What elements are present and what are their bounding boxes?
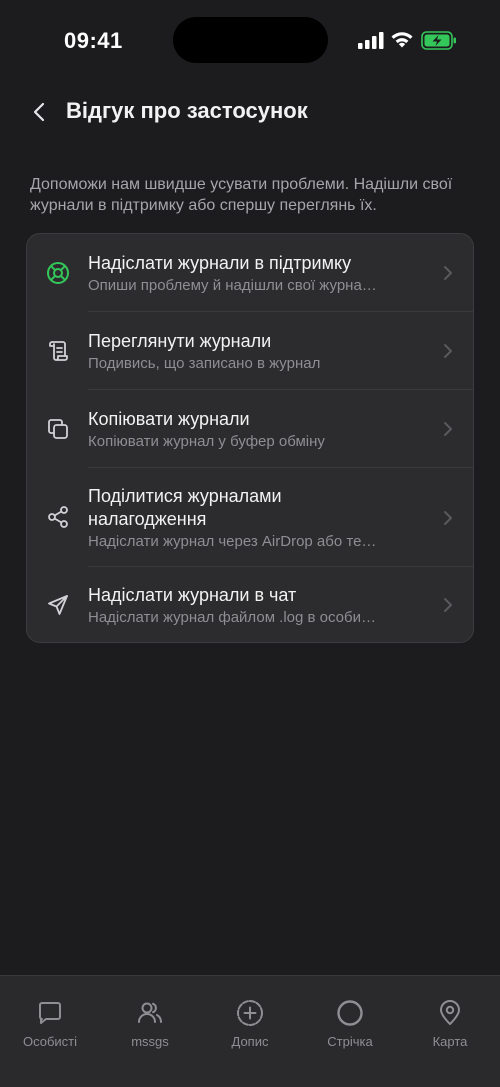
back-button[interactable]	[28, 99, 50, 125]
wifi-icon	[391, 32, 413, 48]
tab-bar: Особисті mssgs Допис Стрічка Карта	[0, 975, 500, 1087]
page-title: Відгук про застосунок	[66, 98, 308, 123]
status-time: 09:41	[64, 28, 123, 53]
row-title-line2: налагодження	[88, 509, 207, 529]
chevron-right-icon	[444, 422, 452, 436]
tab-mssgs[interactable]: mssgs	[100, 998, 200, 1049]
battery-charging-icon	[421, 31, 456, 50]
row-title: Надіслати журнали в чат	[88, 585, 297, 605]
copy-logs-row[interactable]: Копіювати журнали Копіювати журнал у буф…	[27, 390, 473, 467]
row-title: Переглянути журнали	[88, 331, 272, 351]
tab-post[interactable]: Допис	[200, 998, 300, 1049]
tab-personal[interactable]: Особисті	[0, 998, 100, 1049]
people-icon	[135, 998, 165, 1028]
chevron-left-icon	[33, 102, 45, 122]
tab-feed[interactable]: Стрічка	[300, 998, 400, 1049]
chevron-right-icon	[444, 344, 452, 358]
send-logs-support-row[interactable]: Надіслати журнали в підтримку Опиши проб…	[27, 234, 473, 311]
tab-label: Особисті	[22, 1034, 78, 1049]
tab-map[interactable]: Карта	[400, 998, 500, 1049]
row-title: Копіювати журнали	[88, 409, 250, 429]
circle-feed-icon	[335, 998, 365, 1028]
share-icon	[45, 504, 71, 530]
lifebuoy-icon	[45, 260, 71, 286]
chevron-right-icon	[444, 511, 452, 525]
tab-label: Карта	[432, 1034, 468, 1049]
cellular-signal-icon	[358, 32, 384, 49]
plus-circle-icon	[235, 998, 265, 1028]
chevron-right-icon	[444, 266, 452, 280]
row-title-line1: Поділитися журналами	[88, 486, 282, 506]
row-subtitle: Подивись, що записано в журнал	[88, 355, 321, 372]
tab-label: mssgs	[131, 1034, 169, 1049]
tab-label: Стрічка	[327, 1034, 373, 1049]
send-logs-chat-row[interactable]: Надіслати журнали в чат Надіслати журнал…	[27, 567, 473, 642]
share-debug-logs-row[interactable]: Поділитися журналами налагодження Надісл…	[27, 468, 473, 566]
send-icon	[45, 592, 71, 618]
row-subtitle: Надіслати журнал файлом .log в особи…	[88, 609, 376, 626]
status-bar: 09:41	[0, 0, 500, 80]
logs-options-card: Надіслати журнали в підтримку Опиши проб…	[26, 233, 474, 643]
chevron-right-icon	[444, 598, 452, 612]
row-subtitle: Копіювати журнал у буфер обміну	[88, 433, 325, 450]
tab-label: Допис	[231, 1034, 269, 1049]
copy-icon	[45, 416, 71, 442]
page-description: Допоможи нам швидше усувати проблеми. На…	[30, 176, 453, 214]
row-subtitle: Опиши проблему й надішли свої журна…	[88, 277, 377, 294]
view-logs-row[interactable]: Переглянути журнали Подивись, що записан…	[27, 312, 473, 389]
dynamic-island	[173, 17, 328, 63]
row-title: Надіслати журнали в підтримку	[88, 253, 352, 273]
chat-bubble-icon	[35, 998, 65, 1028]
scroll-icon	[45, 338, 71, 364]
map-pin-icon	[435, 998, 465, 1028]
nav-header: Відгук про застосунок	[0, 90, 500, 134]
row-subtitle: Надіслати журнал через AirDrop або те…	[88, 533, 377, 550]
